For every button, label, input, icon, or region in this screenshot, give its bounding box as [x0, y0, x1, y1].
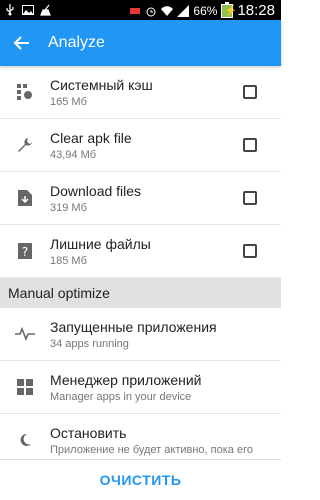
item-subtitle: 319 Мб	[50, 201, 87, 214]
list-item-app-manager[interactable]: Менеджер приложений Manager apps in your…	[0, 361, 281, 414]
clean-button[interactable]: ОЧИСТИТЬ	[100, 472, 182, 488]
item-title: Запущенные приложения	[50, 318, 217, 335]
sim-icon	[129, 5, 141, 17]
battery-percent: 66%	[193, 3, 218, 18]
item-subtitle: Приложение не будет активно, пока его	[50, 443, 253, 456]
wrench-icon	[0, 136, 50, 154]
list-item-system-cache[interactable]: Системный кэш 165 Мб	[0, 66, 281, 119]
back-button[interactable]	[0, 20, 44, 66]
item-subtitle: 34 apps running	[50, 337, 129, 350]
item-title: Clear apk file	[50, 129, 132, 146]
item-title: Системный кэш	[50, 76, 153, 93]
clock: 18:28	[237, 2, 275, 19]
signal-icon	[177, 4, 190, 17]
item-subtitle: 43,94 Мб	[50, 148, 97, 161]
arrow-back-icon	[13, 36, 29, 50]
checkbox[interactable]	[243, 85, 257, 99]
question-file-icon: ?	[0, 242, 50, 260]
item-title: Остановить	[50, 424, 127, 441]
bottom-bar: ОЧИСТИТЬ	[0, 459, 281, 500]
checkbox[interactable]	[243, 191, 257, 205]
item-title: Менеджер приложений	[50, 371, 202, 388]
checkbox[interactable]	[243, 138, 257, 152]
battery-icon: ⚡	[221, 1, 237, 18]
item-subtitle: 165 Мб	[50, 95, 87, 108]
status-bar: 66% ⚡ 18:28	[0, 0, 281, 20]
apps-grid-icon	[0, 378, 50, 396]
alarm-icon	[145, 5, 157, 17]
wifi-icon	[161, 5, 174, 17]
item-title: Лишние файлы	[50, 235, 151, 252]
checkbox[interactable]	[243, 244, 257, 258]
download-file-icon	[0, 189, 50, 207]
broom-icon	[40, 3, 52, 16]
list-item-clear-apk[interactable]: Clear apk file 43,94 Мб	[0, 119, 281, 172]
moon-icon	[0, 432, 50, 448]
analyze-list: Системный кэш 165 Мб Clear apk file 43,9…	[0, 66, 281, 467]
item-subtitle: Manager apps in your device	[50, 390, 192, 403]
list-item-running-apps[interactable]: Запущенные приложения 34 apps running	[0, 308, 281, 361]
activity-icon	[0, 327, 50, 341]
list-item-junk-files[interactable]: ? Лишние файлы 185 Мб	[0, 225, 281, 278]
image-icon	[22, 3, 34, 15]
usb-icon	[4, 3, 16, 16]
item-subtitle: 185 Мб	[50, 254, 87, 267]
app-bar: Analyze	[0, 20, 281, 66]
list-item-download-files[interactable]: Download files 319 Мб	[0, 172, 281, 225]
gear-grid-icon	[0, 83, 50, 101]
svg-text:?: ?	[22, 245, 28, 259]
page-title: Analyze	[48, 34, 105, 51]
section-header: Manual optimize	[0, 278, 281, 308]
item-title: Download files	[50, 182, 142, 199]
